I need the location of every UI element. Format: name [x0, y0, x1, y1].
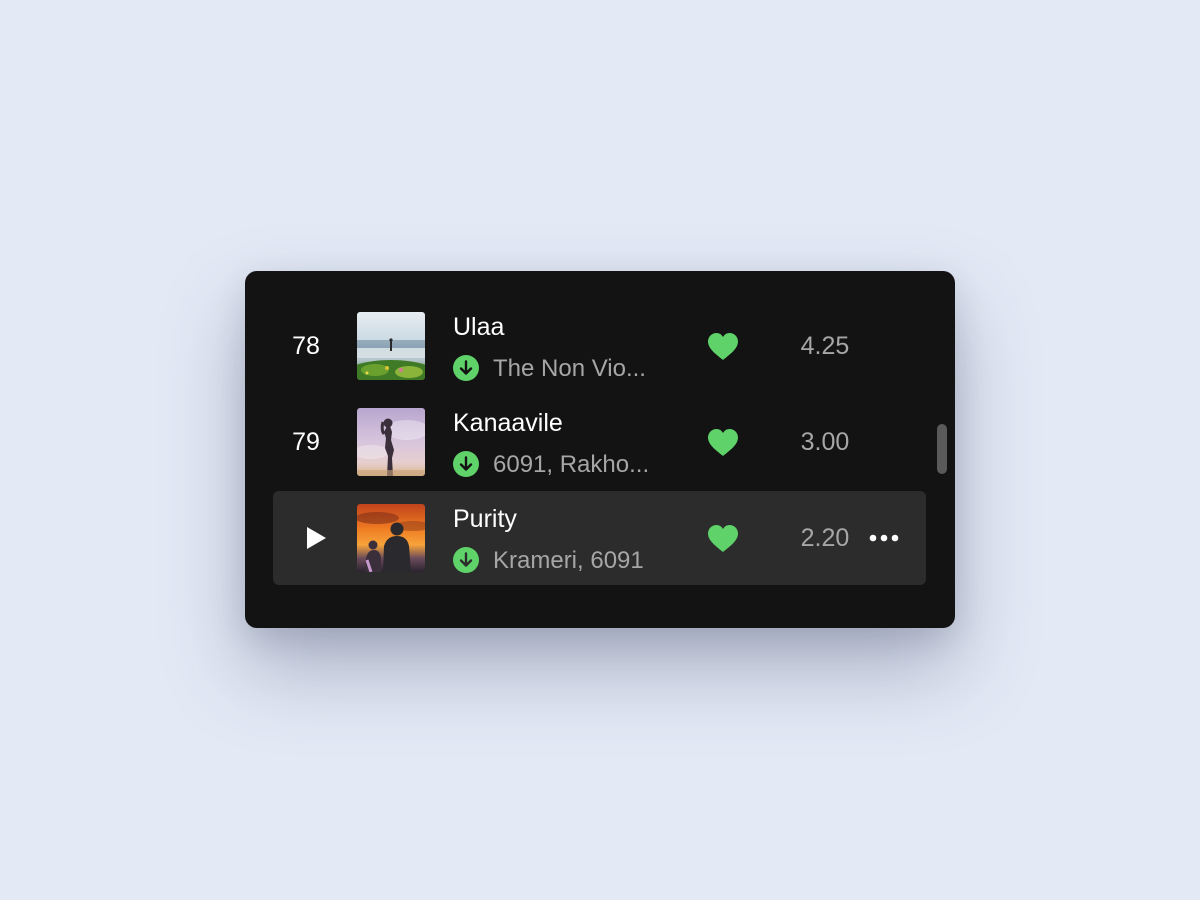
more-icon[interactable] [869, 529, 899, 547]
download-icon [453, 451, 479, 477]
album-art [357, 504, 425, 572]
download-icon [453, 547, 479, 573]
download-icon [453, 355, 479, 381]
track-row-active[interactable]: Purity Krameri, 6091 2.20 [273, 491, 926, 585]
track-duration: 3.00 [800, 428, 850, 456]
play-icon[interactable] [307, 527, 326, 549]
track-row[interactable]: 78 Ulaa The Non Vio... 4.25 [273, 299, 926, 393]
scrollbar-thumb[interactable] [937, 424, 947, 474]
track-artist[interactable]: The Non Vio... [493, 355, 646, 383]
track-duration: 2.20 [800, 524, 850, 552]
album-art [357, 408, 425, 476]
track-artist[interactable]: 6091, Rakho... [493, 451, 649, 479]
heart-icon[interactable] [707, 428, 739, 458]
heart-icon[interactable] [707, 332, 739, 362]
track-title[interactable]: Purity [453, 505, 517, 534]
track-duration: 4.25 [800, 332, 850, 360]
track-artist[interactable]: Krameri, 6091 [493, 547, 644, 575]
heart-icon[interactable] [707, 524, 739, 554]
track-title[interactable]: Ulaa [453, 313, 504, 342]
track-title[interactable]: Kanaavile [453, 409, 563, 438]
album-art [357, 312, 425, 380]
track-number: 79 [292, 428, 320, 456]
track-number: 78 [292, 332, 320, 360]
track-row[interactable]: 79 Kanaavile 6091, Rakho... 3.00 [273, 395, 926, 489]
tracklist-panel: 78 Ulaa The Non Vio... 4.25 79 Kanaavile… [245, 271, 955, 628]
